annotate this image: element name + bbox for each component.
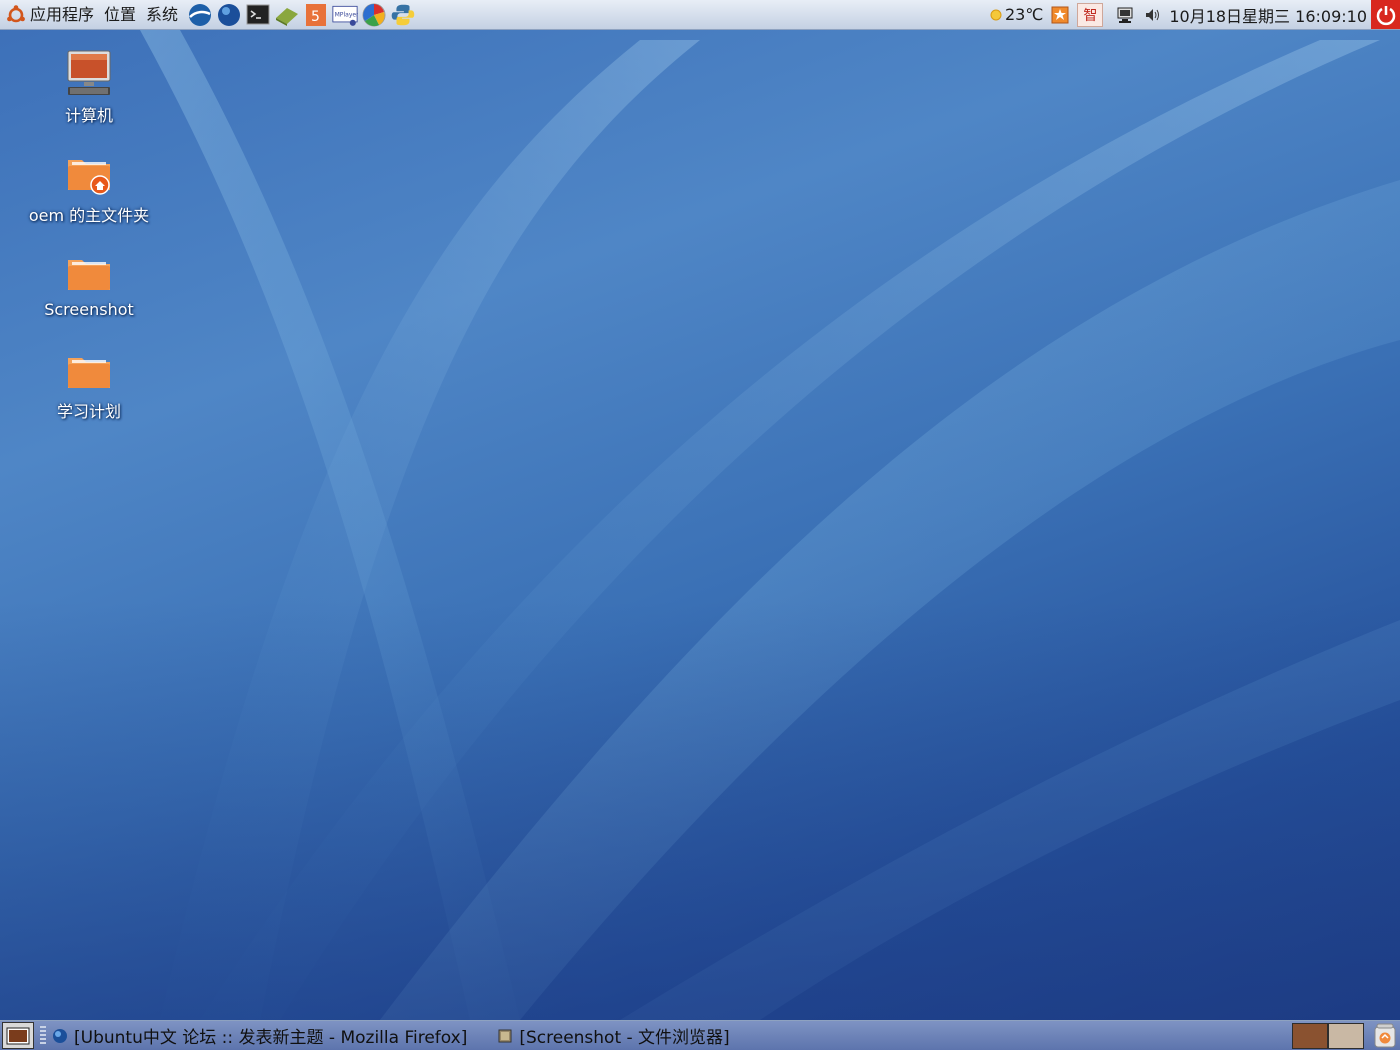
taskbar-item-label: [Screenshot - 文件浏览器] [519,1028,730,1048]
mplayer-icon[interactable]: MPlayer [332,2,358,28]
taskbar-item-label: [Ubuntu中文 论坛 :: 发表新主题 - Mozilla Firefox] [74,1028,468,1048]
panel-grip[interactable] [40,1025,46,1046]
desktop-wallpaper [0,0,1400,1050]
system-tray: 23℃ 智 10月18日星期三 16:09:10 [986,0,1400,29]
volume-icon[interactable] [1142,4,1164,26]
network-icon[interactable] [1114,4,1136,26]
text-editor-icon[interactable]: 5 [303,2,329,28]
show-desktop-button[interactable] [2,1022,34,1049]
wallpaper-swooshes [0,30,1400,1050]
taskbar-item-file-browser[interactable]: [Screenshot - 文件浏览器] [497,1021,759,1050]
desktop-icon-folder-study-plan[interactable]: 学习计划 [4,354,174,422]
bottom-panel: [Ubuntu中文 论坛 :: 发表新主题 - Mozilla Firefox]… [0,1020,1400,1050]
desktop-icon-label: oem 的主文件夹 [28,206,150,225]
system-menu[interactable]: 系统 [141,0,183,29]
top-panel: 应用程序 位置 系统 5 MPlayer 23℃ 智 10月18日星期三 16:… [0,0,1400,30]
python-icon[interactable] [390,2,416,28]
temperature-readout[interactable]: 23℃ [1005,5,1043,24]
launcher-bar: 5 MPlayer [187,2,419,28]
show-desktop-icon [6,1027,30,1044]
trash-icon[interactable] [1372,1022,1398,1049]
weather-sun-icon[interactable] [989,4,1003,26]
applications-menu-label: 应用程序 [30,5,95,24]
places-menu[interactable]: 位置 [99,0,141,29]
books-icon[interactable] [274,2,300,28]
workspace-1[interactable] [1292,1023,1328,1049]
desktop-icon-folder-screenshot[interactable]: Screenshot [4,254,174,319]
folder-icon [68,260,110,290]
workspace-switcher [1292,1023,1364,1049]
power-icon [1376,5,1395,25]
ubuntu-logo-icon [7,4,25,22]
clock[interactable]: 10月18日星期三 16:09:10 [1169,3,1367,27]
home-folder-icon [68,160,110,195]
taskbar-item-firefox[interactable]: [Ubuntu中文 论坛 :: 发表新主题 - Mozilla Firefox] [52,1021,497,1050]
desktop-icon-label: Screenshot [44,300,134,319]
svg-text:5: 5 [311,9,320,25]
update-notifier-icon[interactable] [1049,4,1071,26]
folder-icon [68,358,110,388]
computer-icon [67,50,111,95]
svg-text:MPlayer: MPlayer [335,11,358,18]
picasa-icon[interactable] [361,2,387,28]
desktop-icon-home-folder[interactable]: oem 的主文件夹 [4,152,174,226]
web-browser-icon[interactable] [187,2,213,28]
workspace-2[interactable] [1328,1023,1364,1049]
desktop-icon-computer[interactable]: 计算机 [4,48,174,126]
power-button[interactable] [1371,0,1400,29]
file-browser-icon [498,1029,512,1042]
firefox-icon [53,1028,67,1043]
input-method-label: 智 [1083,7,1098,24]
applications-menu[interactable]: 应用程序 [0,0,99,29]
terminal-icon[interactable] [245,2,271,28]
desktop-icon-label: 学习计划 [56,402,121,421]
firefox-globe-icon[interactable] [216,2,242,28]
input-method-icon[interactable]: 智 [1077,2,1104,27]
desktop-icon-label: 计算机 [64,106,113,125]
